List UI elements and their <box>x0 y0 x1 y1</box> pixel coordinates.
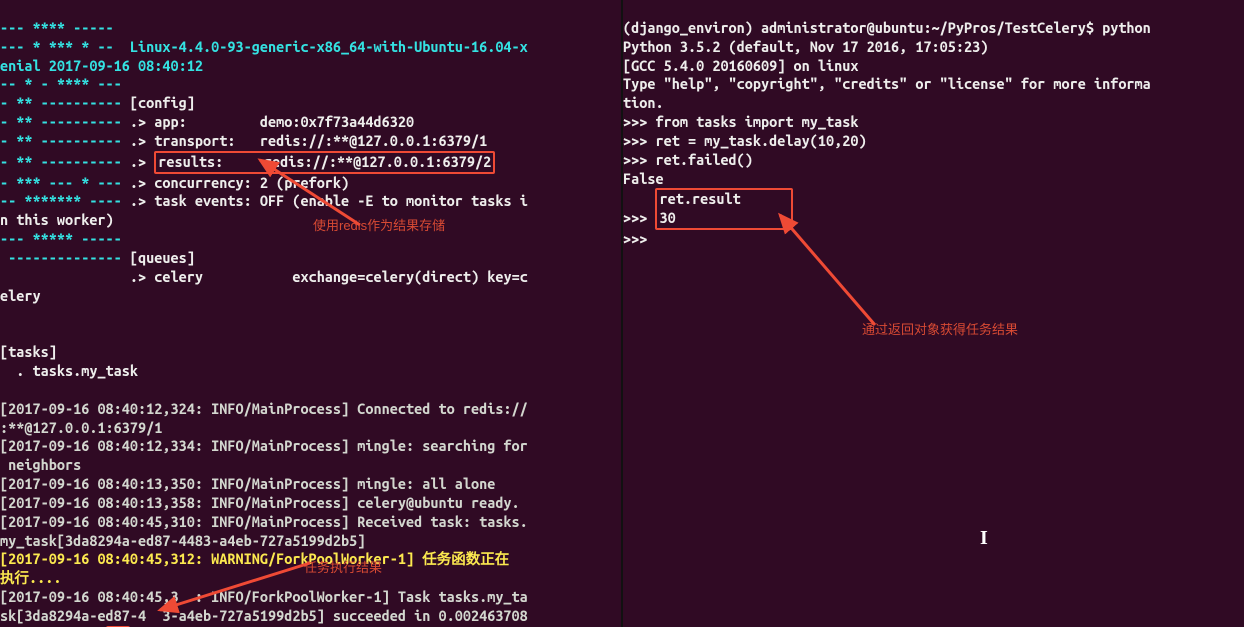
log-warning: 执行.... <box>0 569 61 586</box>
concurrency-line: .> concurrency: 2 (prefork) <box>122 174 349 191</box>
queues-label: [queues] <box>122 249 195 266</box>
log-line: sk[3da8294a-ed87-4 3-a4eb-727a5199d2b5] … <box>0 607 528 624</box>
repl-line: >>> ret.failed() <box>623 151 753 168</box>
banner-line: --- **** ----- <box>0 19 114 36</box>
banner-date: enial 2017-09-16 08:40:12 <box>0 57 203 74</box>
queue-wrap: elery <box>0 287 41 304</box>
log-line: [2017-09-16 08:40:12,324: INFO/MainProce… <box>0 400 528 417</box>
terminal-left[interactable]: --- **** ----- --- * *** * -- Linux-4.4.… <box>0 0 621 627</box>
log-line: neighbors <box>0 456 81 473</box>
banner-line: --- ***** ----- <box>0 230 122 247</box>
text-cursor-icon: I <box>980 525 988 551</box>
transport-line: .> transport: redis://:**@127.0.0.1:6379… <box>122 132 487 149</box>
banner-line: - ** ---------- <box>0 94 122 111</box>
repl-prompt-empty: >>> <box>623 230 647 247</box>
banner-line: - ** ---------- <box>0 153 122 170</box>
log-line: [2017-09-16 08:40:12,334: INFO/MainProce… <box>0 437 528 454</box>
log-line: [2017-09-16 08:40:13,358: INFO/MainProce… <box>0 494 520 511</box>
app-line: .> app: demo:0x7f73a44d6320 <box>122 113 414 130</box>
help-wrap: tion. <box>623 94 664 111</box>
config-label: [config] <box>122 94 195 111</box>
results-prefix: .> <box>122 153 154 170</box>
ret-result-highlight: ret.result 30 <box>655 188 793 230</box>
queue-line: .> celery exchange=celery(direct) key=c <box>122 268 528 285</box>
repl-prompt: >>> <box>623 209 655 226</box>
log-line: :**@127.0.0.1:6379/1 <box>0 419 162 436</box>
events-wrap: n this worker) <box>0 211 114 228</box>
repl-line: >>> ret = my_task.delay(10,20) <box>623 132 867 149</box>
annotation-redis-storage: 使用redis作为结果存储 <box>313 218 445 235</box>
banner-line: --- * *** * -- Linux-4.4.0-93-generic-x8… <box>0 38 528 55</box>
annotation-return-object: 通过返回对象获得任务结果 <box>862 322 1018 339</box>
repl-line: >>> from tasks import my_task <box>623 113 858 130</box>
repl-output: False <box>623 170 664 187</box>
log-line: [2017-09-16 08:40:45,3 : INFO/ForkPoolWo… <box>0 588 528 605</box>
prompt-line: (django_environ) administrator@ubuntu:~/… <box>623 19 1151 36</box>
banner-line: - *** --- * --- <box>0 174 122 191</box>
banner-line: -- * - **** --- <box>0 75 122 92</box>
annotation-task-result: 任务执行结果 <box>304 560 382 577</box>
banner-line <box>0 268 122 285</box>
banner-line: -------------- <box>0 249 122 266</box>
log-line: [2017-09-16 08:40:45,310: INFO/MainProce… <box>0 513 528 530</box>
help-line: Type "help", "copyright", "credits" or "… <box>623 75 1151 92</box>
log-line: [2017-09-16 08:40:13,350: INFO/MainProce… <box>0 475 495 492</box>
banner-line: - ** ---------- <box>0 113 122 130</box>
results-highlight: results: redis://:**@127.0.0.1:6379/2 <box>154 151 495 174</box>
banner-line: -- ******* ---- <box>0 192 122 209</box>
python-version: Python 3.5.2 (default, Nov 17 2016, 17:0… <box>623 38 988 55</box>
log-line: my_task[3da8294a-ed87-4483-a4eb-727a5199… <box>0 532 365 549</box>
task-item: . tasks.my_task <box>0 362 138 379</box>
tasks-label: [tasks] <box>0 343 57 360</box>
events-line: .> task events: OFF (enable -E to monito… <box>122 192 528 209</box>
gcc-line: [GCC 5.4.0 20160609] on linux <box>623 57 858 74</box>
log-warning: [2017-09-16 08:40:45,312: WARNING/ForkPo… <box>0 550 509 567</box>
terminal-right[interactable]: (django_environ) administrator@ubuntu:~/… <box>623 0 1244 627</box>
banner-line: - ** ---------- <box>0 132 122 149</box>
